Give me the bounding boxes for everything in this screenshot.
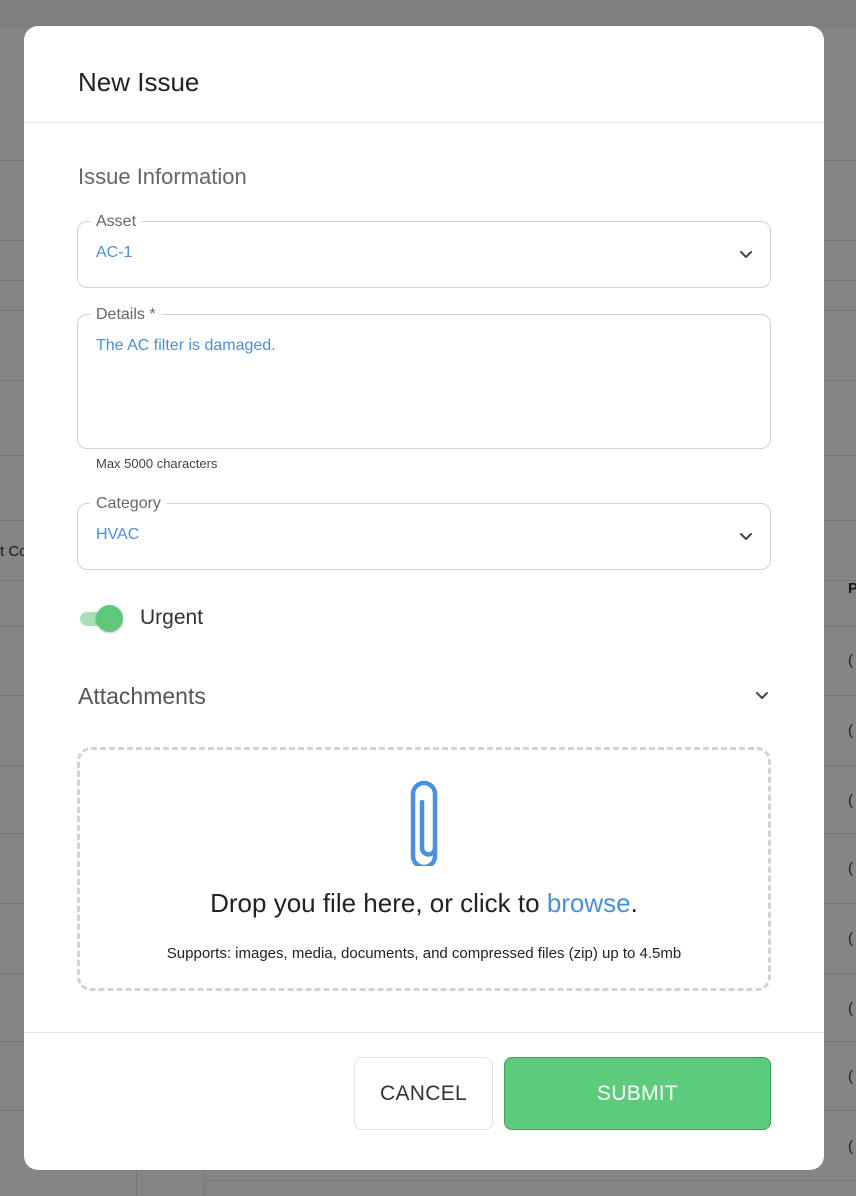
drop-instructions: Drop you file here, or click to browse. [80,888,768,919]
details-textarea[interactable]: Details * The AC filter is damaged. [77,305,771,449]
dialog-footer: CANCEL SUBMIT [24,1032,824,1170]
asset-label: Asset [90,212,143,232]
drop-text: Drop you file here, or click to [210,888,547,918]
paperclip-icon [399,776,449,870]
urgent-toggle[interactable] [78,604,126,632]
file-dropzone[interactable]: Drop you file here, or click to browse. … [77,747,771,991]
details-value: The AC filter is damaged. [96,337,276,354]
attachments-title: Attachments [78,683,206,709]
dialog-title: New Issue [78,66,200,97]
new-issue-dialog: New Issue Issue Information Asset AC-1 D… [24,26,824,1170]
cancel-button[interactable]: CANCEL [354,1057,493,1130]
category-select[interactable]: Category HVAC [77,494,771,570]
section-title: Issue Information [78,164,247,189]
details-helper-text: Max 5000 characters [96,456,218,471]
toggle-knob [96,605,123,632]
asset-value: AC-1 [96,244,133,261]
browse-link[interactable]: browse [547,888,631,918]
drop-period: . [630,888,638,918]
supported-files-text: Supports: images, media, documents, and … [166,945,682,962]
dialog-header: New Issue [24,26,824,123]
submit-button[interactable]: SUBMIT [504,1057,771,1130]
asset-select[interactable]: Asset AC-1 [77,212,771,288]
urgent-label: Urgent [140,606,204,629]
category-label: Category [90,494,167,514]
details-label: Details * [90,305,162,325]
chevron-down-icon[interactable] [736,244,756,264]
chevron-down-icon[interactable] [736,526,756,546]
chevron-down-icon[interactable] [752,686,772,706]
category-value: HVAC [96,526,140,543]
